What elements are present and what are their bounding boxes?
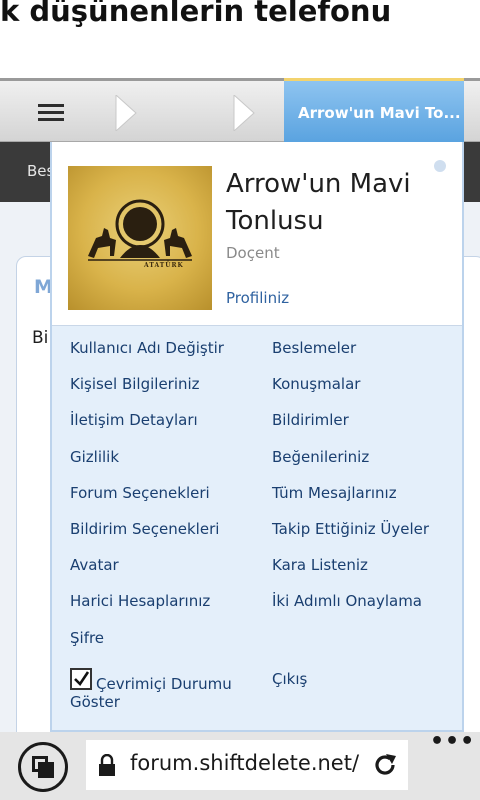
menu-item-all-posts[interactable]: Tüm Mesajlarınız (272, 481, 429, 517)
profile-card: ATATÜRK Arrow'un Mavi Tonlusu Doçent Pro… (52, 142, 462, 325)
menu-item-alerts[interactable]: Bildirimler (272, 408, 429, 444)
profile-user-title: Doçent (226, 244, 280, 262)
menu-divider (52, 325, 462, 326)
menu-item-privacy[interactable]: Gizlilik (70, 445, 224, 481)
profile-name[interactable]: Arrow'un Mavi Tonlusu (226, 166, 446, 240)
logout-link[interactable]: Çıkış (272, 670, 307, 688)
menu-item-change-username[interactable]: Kullanıcı Adı Değiştir (70, 336, 224, 372)
menu-item-personal-details[interactable]: Kişisel Bilgileriniz (70, 372, 224, 408)
hamburger-icon[interactable] (38, 104, 64, 122)
avatar-portrait-icon (88, 199, 192, 261)
online-status-label: Çevrimiçi Durumu (96, 675, 232, 693)
account-settings-menu: Kullanıcı Adı Değiştir Kişisel Bilgileri… (70, 336, 224, 662)
menu-item-feeds[interactable]: Beslemeler (272, 336, 429, 372)
page-headline: k düşünenlerin telefonu (0, 0, 392, 28)
menu-item-password[interactable]: Şifre (70, 626, 224, 662)
lock-icon (99, 754, 115, 776)
chevron-right-icon[interactable] (232, 93, 256, 133)
forum-navbar: Arrow'un Mavi To... (0, 78, 480, 142)
menu-item-likes[interactable]: Beğenileriniz (272, 445, 429, 481)
tabs-icon[interactable] (18, 742, 68, 792)
menu-item-conversations[interactable]: Konuşmalar (272, 372, 429, 408)
background-text: Bi (32, 328, 49, 348)
checkmark-icon (74, 671, 90, 687)
profile-link[interactable]: Profiliniz (226, 289, 289, 307)
browser-toolbar: forum.shiftdelete.net/ ••• (0, 731, 480, 800)
menu-item-two-step[interactable]: İki Adımlı Onaylama (272, 589, 429, 625)
account-activity-menu: Beslemeler Konuşmalar Bildirimler Beğeni… (272, 336, 429, 626)
url-text[interactable]: forum.shiftdelete.net/ (130, 751, 359, 775)
close-icon[interactable] (434, 160, 446, 172)
avatar[interactable]: ATATÜRK (68, 166, 212, 310)
menu-item-ignore-list[interactable]: Kara Listeniz (272, 553, 429, 589)
chevron-right-icon[interactable] (114, 93, 138, 133)
menu-item-avatar[interactable]: Avatar (70, 553, 224, 589)
menu-item-forum-options[interactable]: Forum Seçenekleri (70, 481, 224, 517)
user-menu-tab[interactable]: Arrow'un Mavi To... (284, 78, 464, 142)
account-dropdown: ATATÜRK Arrow'un Mavi Tonlusu Doçent Pro… (50, 142, 464, 732)
menu-item-notification-options[interactable]: Bildirim Seçenekleri (70, 517, 224, 553)
more-dots-icon[interactable]: ••• (430, 731, 475, 753)
address-bar[interactable]: forum.shiftdelete.net/ (86, 740, 408, 790)
menu-item-following[interactable]: Takip Ettiğiniz Üyeler (272, 517, 429, 553)
menu-item-external-accounts[interactable]: Harici Hesaplarınız (70, 589, 224, 625)
avatar-caption: ATATÜRK (144, 262, 184, 269)
refresh-icon[interactable] (372, 752, 398, 778)
online-status-checkbox[interactable] (70, 668, 92, 690)
online-status-toggle[interactable]: Çevrimiçi Durumu Göster (70, 668, 250, 712)
online-status-label-cont: Göster (70, 693, 120, 711)
menu-item-contact-details[interactable]: İletişim Detayları (70, 408, 224, 444)
page-header-strip: k düşünenlerin telefonu (0, 0, 480, 78)
